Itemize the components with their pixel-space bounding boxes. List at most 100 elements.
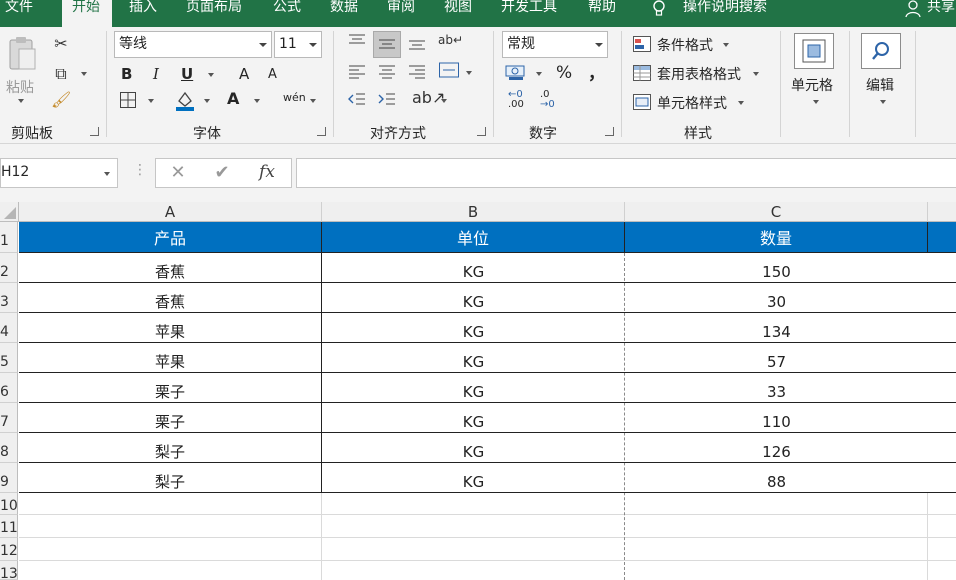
number-launcher-icon[interactable] — [605, 127, 614, 136]
cut-icon[interactable]: ✂ — [51, 35, 71, 53]
table-cell[interactable]: KG — [322, 283, 625, 313]
table-header-cell[interactable]: 产品 — [19, 222, 322, 253]
table-cell[interactable]: KG — [322, 253, 625, 283]
decrease-font-button[interactable]: A — [268, 67, 277, 82]
table-cell-empty[interactable] — [928, 283, 956, 313]
table-cell[interactable]: 栗子 — [19, 403, 322, 433]
row-header[interactable]: 12 — [0, 538, 18, 561]
borders-dropdown-icon[interactable] — [148, 99, 154, 103]
table-cell[interactable]: 57 — [625, 343, 928, 373]
tab-review[interactable]: 审阅 — [387, 0, 415, 27]
table-cell[interactable]: 香蕉 — [19, 283, 322, 313]
table-cell[interactable]: 110 — [625, 403, 928, 433]
table-cell-empty[interactable] — [928, 343, 956, 373]
table-cell[interactable]: 栗子 — [19, 373, 322, 403]
row-header[interactable]: 6 — [0, 373, 18, 403]
tab-file[interactable]: 文件 — [5, 0, 33, 27]
merge-center-icon[interactable] — [437, 61, 461, 83]
row-header[interactable]: 7 — [0, 403, 18, 433]
table-cell[interactable]: KG — [322, 313, 625, 343]
table-cell[interactable]: 苹果 — [19, 343, 322, 373]
align-right-icon[interactable] — [406, 63, 428, 83]
table-cell[interactable]: 梨子 — [19, 463, 322, 493]
share-button[interactable]: 共享 — [927, 0, 955, 27]
formula-input[interactable] — [296, 158, 956, 188]
copy-dropdown-icon[interactable] — [81, 72, 87, 76]
fill-color-icon[interactable] — [174, 89, 196, 115]
tell-me-search[interactable]: 操作说明搜索 — [683, 0, 767, 27]
tab-data[interactable]: 数据 — [330, 0, 358, 27]
format-as-table-button[interactable]: 套用表格格式 — [657, 64, 741, 84]
table-cell-empty[interactable] — [928, 253, 956, 283]
table-cell[interactable]: 126 — [625, 433, 928, 463]
cell-styles-dropdown-icon[interactable] — [738, 101, 744, 105]
column-header-d[interactable] — [928, 202, 956, 222]
format-painter-icon[interactable]: 🖌 — [51, 91, 71, 109]
table-cell[interactable]: 梨子 — [19, 433, 322, 463]
name-box-dropdown-icon[interactable] — [104, 172, 110, 176]
orientation-icon[interactable]: ab↗ — [412, 89, 445, 107]
table-cell[interactable]: 30 — [625, 283, 928, 313]
tab-help[interactable]: 帮助 — [588, 0, 616, 27]
paste-dropdown-icon[interactable] — [18, 99, 24, 103]
accounting-dropdown-icon[interactable] — [536, 72, 542, 76]
row-header[interactable]: 2 — [0, 253, 18, 283]
underline-button[interactable]: U — [181, 65, 193, 83]
cell-styles-icon[interactable] — [632, 93, 652, 115]
comma-button[interactable]: ， — [588, 59, 605, 84]
editing-button[interactable]: 编辑 — [866, 75, 894, 95]
row-header[interactable]: 10 — [0, 493, 18, 515]
fill-color-dropdown-icon[interactable] — [204, 99, 210, 103]
table-cell[interactable]: 苹果 — [19, 313, 322, 343]
cells-button[interactable]: 单元格 — [791, 75, 833, 95]
table-cell[interactable]: 150 — [625, 253, 928, 283]
search-icon[interactable] — [861, 33, 901, 69]
table-header-cell-empty[interactable] — [928, 222, 956, 253]
conditional-format-icon[interactable] — [632, 35, 652, 57]
percent-button[interactable]: % — [556, 63, 572, 83]
align-top-icon[interactable] — [346, 33, 368, 53]
tab-page-layout[interactable]: 页面布局 — [186, 0, 242, 27]
row-header[interactable]: 11 — [0, 515, 18, 538]
cells-icon[interactable] — [794, 33, 834, 69]
table-cell[interactable]: 香蕉 — [19, 253, 322, 283]
name-box[interactable]: H12 — [0, 158, 118, 188]
row-header[interactable]: 4 — [0, 313, 18, 343]
table-cell[interactable]: KG — [322, 343, 625, 373]
table-cell-empty[interactable] — [928, 373, 956, 403]
tab-view[interactable]: 视图 — [444, 0, 472, 27]
table-cell[interactable]: 33 — [625, 373, 928, 403]
merge-dropdown-icon[interactable] — [466, 71, 472, 75]
underline-dropdown-icon[interactable] — [208, 73, 214, 77]
table-cell[interactable]: KG — [322, 373, 625, 403]
table-cell[interactable]: KG — [322, 463, 625, 493]
table-cell-empty[interactable] — [928, 403, 956, 433]
cells-dropdown-icon[interactable] — [813, 100, 819, 104]
table-cell-empty[interactable] — [928, 313, 956, 343]
align-middle-button[interactable] — [373, 31, 401, 58]
row-header[interactable]: 5 — [0, 343, 18, 373]
bold-button[interactable]: B — [121, 65, 132, 83]
borders-icon[interactable] — [118, 91, 138, 113]
paste-button[interactable]: 粘贴 — [6, 77, 34, 97]
tab-developer[interactable]: 开发工具 — [501, 0, 557, 27]
number-format-select[interactable]: 常规 — [502, 31, 608, 58]
clipboard-launcher-icon[interactable] — [90, 127, 99, 136]
row-header[interactable]: 3 — [0, 283, 18, 313]
copy-icon[interactable]: ⧉ — [51, 65, 71, 83]
font-size-select[interactable]: 11 — [274, 31, 322, 58]
conditional-format-button[interactable]: 条件格式 — [657, 35, 713, 55]
italic-button[interactable]: I — [153, 65, 159, 83]
row-header[interactable]: 13 — [0, 561, 18, 580]
table-cell[interactable]: 134 — [625, 313, 928, 343]
alignment-launcher-icon[interactable] — [477, 127, 486, 136]
phonetic-button[interactable]: wén — [283, 91, 306, 104]
tab-insert[interactable]: 插入 — [129, 0, 157, 27]
row-header[interactable]: 9 — [0, 463, 18, 493]
font-color-button[interactable]: A — [227, 89, 239, 108]
accounting-format-icon[interactable] — [504, 63, 528, 85]
conditional-format-dropdown-icon[interactable] — [723, 43, 729, 47]
tab-home[interactable]: 开始 — [62, 0, 112, 27]
font-launcher-icon[interactable] — [317, 127, 326, 136]
table-cell[interactable]: KG — [322, 403, 625, 433]
